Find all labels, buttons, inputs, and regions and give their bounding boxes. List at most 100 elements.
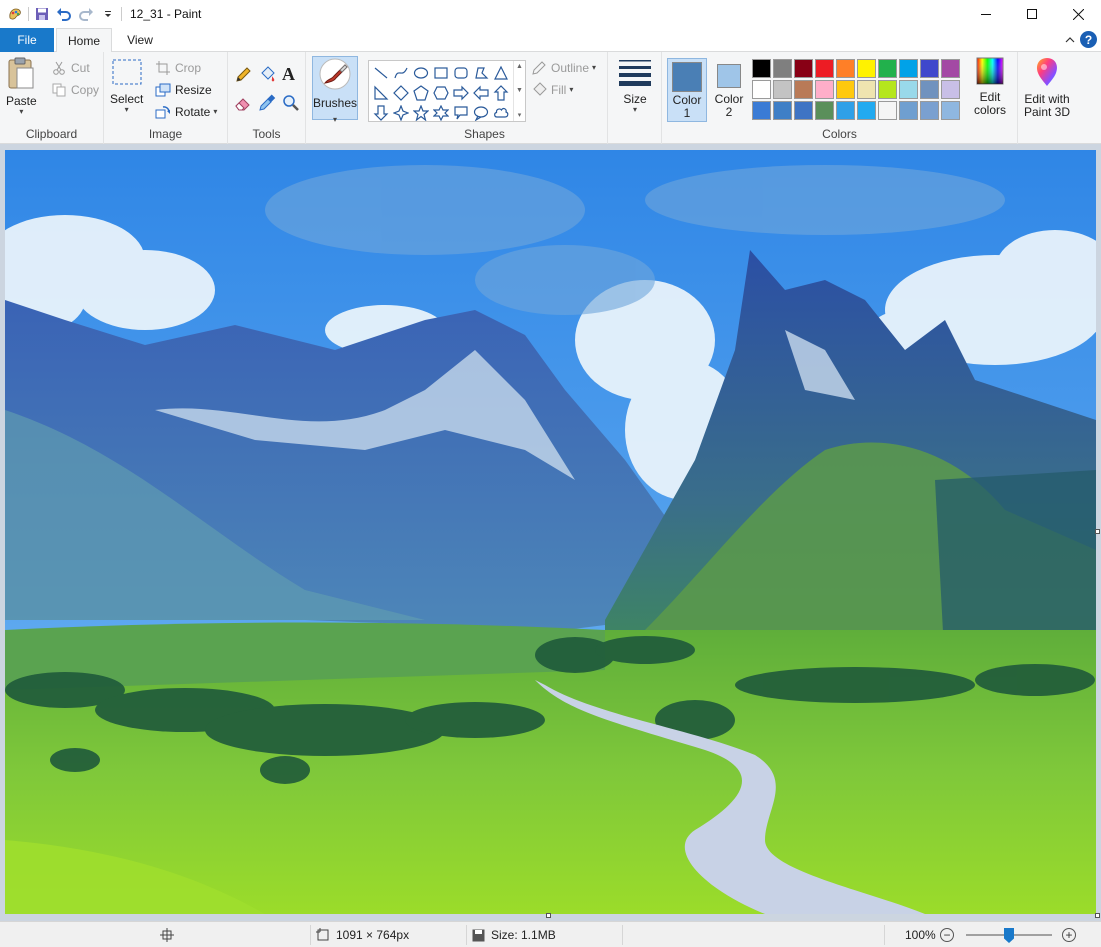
right-triangle-shape-icon[interactable] — [371, 83, 391, 103]
undo-icon[interactable] — [53, 3, 75, 25]
minimize-icon[interactable] — [963, 0, 1009, 28]
hexagon-shape-icon[interactable] — [431, 83, 451, 103]
shapes-scrollbar[interactable]: ▲ ▼ ▾ — [513, 61, 525, 121]
palette-swatch[interactable] — [941, 59, 960, 78]
collapse-ribbon-icon[interactable] — [1065, 33, 1075, 47]
line-shape-icon[interactable] — [371, 63, 391, 83]
palette-swatch[interactable] — [941, 101, 960, 120]
save-icon[interactable] — [31, 3, 53, 25]
palette-swatch[interactable] — [878, 80, 897, 99]
color2-button[interactable]: Color 2 — [709, 58, 749, 122]
palette-swatch[interactable] — [878, 59, 897, 78]
customize-dropdown-icon[interactable] — [97, 3, 119, 25]
palette-swatch[interactable] — [857, 101, 876, 120]
cut-button[interactable]: Cut — [50, 58, 90, 78]
diamond-shape-icon[interactable] — [391, 83, 411, 103]
left-arrow-shape-icon[interactable] — [471, 83, 491, 103]
palette-swatch[interactable] — [920, 59, 939, 78]
palette-swatch[interactable] — [920, 101, 939, 120]
fill-button[interactable]: Fill ▾ — [530, 80, 573, 100]
palette-swatch[interactable] — [899, 80, 918, 99]
palette-swatch[interactable] — [836, 59, 855, 78]
brushes-button[interactable]: Brushes ▾ — [312, 56, 358, 124]
canvas-resize-handle-corner[interactable] — [1095, 913, 1100, 918]
palette-swatch[interactable] — [941, 80, 960, 99]
triangle-shape-icon[interactable] — [491, 63, 511, 83]
five-point-star-shape-icon[interactable] — [411, 103, 431, 123]
paste-dropdown-icon[interactable]: ▾ — [19, 108, 23, 116]
redo-icon[interactable] — [75, 3, 97, 25]
color-picker-icon[interactable] — [258, 94, 276, 115]
right-arrow-shape-icon[interactable] — [451, 83, 471, 103]
eraser-icon[interactable] — [234, 94, 252, 115]
palette-swatch[interactable] — [794, 80, 813, 99]
fill-dropdown-icon[interactable]: ▾ — [569, 86, 573, 94]
edit-with-paint3d-button[interactable]: Edit with Paint 3D — [1024, 56, 1070, 119]
oval-callout-shape-icon[interactable] — [471, 103, 491, 123]
palette-swatch[interactable] — [752, 101, 771, 120]
pencil-icon[interactable] — [234, 66, 252, 87]
rounded-callout-shape-icon[interactable] — [451, 103, 471, 123]
up-arrow-shape-icon[interactable] — [491, 83, 511, 103]
outline-button[interactable]: Outline ▾ — [530, 58, 596, 78]
select-button[interactable]: Select ▾ — [110, 56, 143, 114]
close-icon[interactable] — [1055, 0, 1101, 28]
four-point-star-shape-icon[interactable] — [391, 103, 411, 123]
zoom-slider-thumb[interactable] — [1004, 928, 1014, 943]
curve-shape-icon[interactable] — [391, 63, 411, 83]
paste-button[interactable]: Paste ▾ — [6, 56, 37, 116]
select-dropdown-icon[interactable]: ▾ — [125, 106, 129, 114]
resize-button[interactable]: Resize — [154, 80, 212, 100]
tab-view[interactable]: View — [112, 28, 168, 52]
size-button[interactable]: Size ▾ — [618, 56, 652, 114]
color1-button[interactable]: Color 1 — [667, 58, 707, 122]
fill-bucket-icon[interactable] — [258, 66, 276, 87]
palette-swatch[interactable] — [773, 59, 792, 78]
edit-colors-button[interactable]: Edit colors — [974, 56, 1006, 117]
palette-swatch[interactable] — [836, 80, 855, 99]
palette-swatch[interactable] — [899, 101, 918, 120]
cloud-callout-shape-icon[interactable] — [491, 103, 511, 123]
palette-swatch[interactable] — [857, 59, 876, 78]
palette-swatch[interactable] — [794, 101, 813, 120]
rotate-dropdown-icon[interactable]: ▾ — [213, 108, 217, 116]
crop-button[interactable]: Crop — [154, 58, 201, 78]
brushes-dropdown-icon[interactable]: ▾ — [333, 116, 337, 124]
rectangle-shape-icon[interactable] — [431, 63, 451, 83]
palette-swatch[interactable] — [815, 101, 834, 120]
canvas-resize-handle-right[interactable] — [1095, 529, 1100, 534]
palette-swatch[interactable] — [836, 101, 855, 120]
oval-shape-icon[interactable] — [411, 63, 431, 83]
palette-swatch[interactable] — [773, 80, 792, 99]
copy-button[interactable]: Copy — [50, 80, 99, 100]
canvas-resize-handle-bottom[interactable] — [546, 913, 551, 918]
zoom-in-button[interactable]: + — [1062, 928, 1076, 942]
palette-swatch[interactable] — [752, 59, 771, 78]
pentagon-shape-icon[interactable] — [411, 83, 431, 103]
palette-swatch[interactable] — [920, 80, 939, 99]
palette-swatch[interactable] — [773, 101, 792, 120]
rotate-button[interactable]: Rotate ▾ — [154, 102, 217, 122]
size-dropdown-icon[interactable]: ▾ — [633, 106, 637, 114]
rounded-rectangle-shape-icon[interactable] — [451, 63, 471, 83]
paint-app-icon[interactable] — [4, 3, 26, 25]
maximize-icon[interactable] — [1009, 0, 1055, 28]
palette-swatch[interactable] — [794, 59, 813, 78]
palette-swatch[interactable] — [815, 59, 834, 78]
palette-swatch[interactable] — [857, 80, 876, 99]
zoom-out-button[interactable]: − — [940, 928, 954, 942]
magnifier-icon[interactable] — [282, 94, 300, 115]
outline-dropdown-icon[interactable]: ▾ — [592, 64, 596, 72]
palette-swatch[interactable] — [815, 80, 834, 99]
help-icon[interactable]: ? — [1080, 31, 1097, 48]
text-icon[interactable]: A — [282, 64, 295, 85]
palette-swatch[interactable] — [878, 101, 897, 120]
six-point-star-shape-icon[interactable] — [431, 103, 451, 123]
palette-swatch[interactable] — [899, 59, 918, 78]
polygon-shape-icon[interactable] — [471, 63, 491, 83]
palette-swatch[interactable] — [752, 80, 771, 99]
tab-home[interactable]: Home — [56, 28, 112, 53]
tab-file[interactable]: File — [0, 28, 54, 52]
down-arrow-shape-icon[interactable] — [371, 103, 391, 123]
drawing-canvas[interactable] — [5, 150, 1096, 914]
